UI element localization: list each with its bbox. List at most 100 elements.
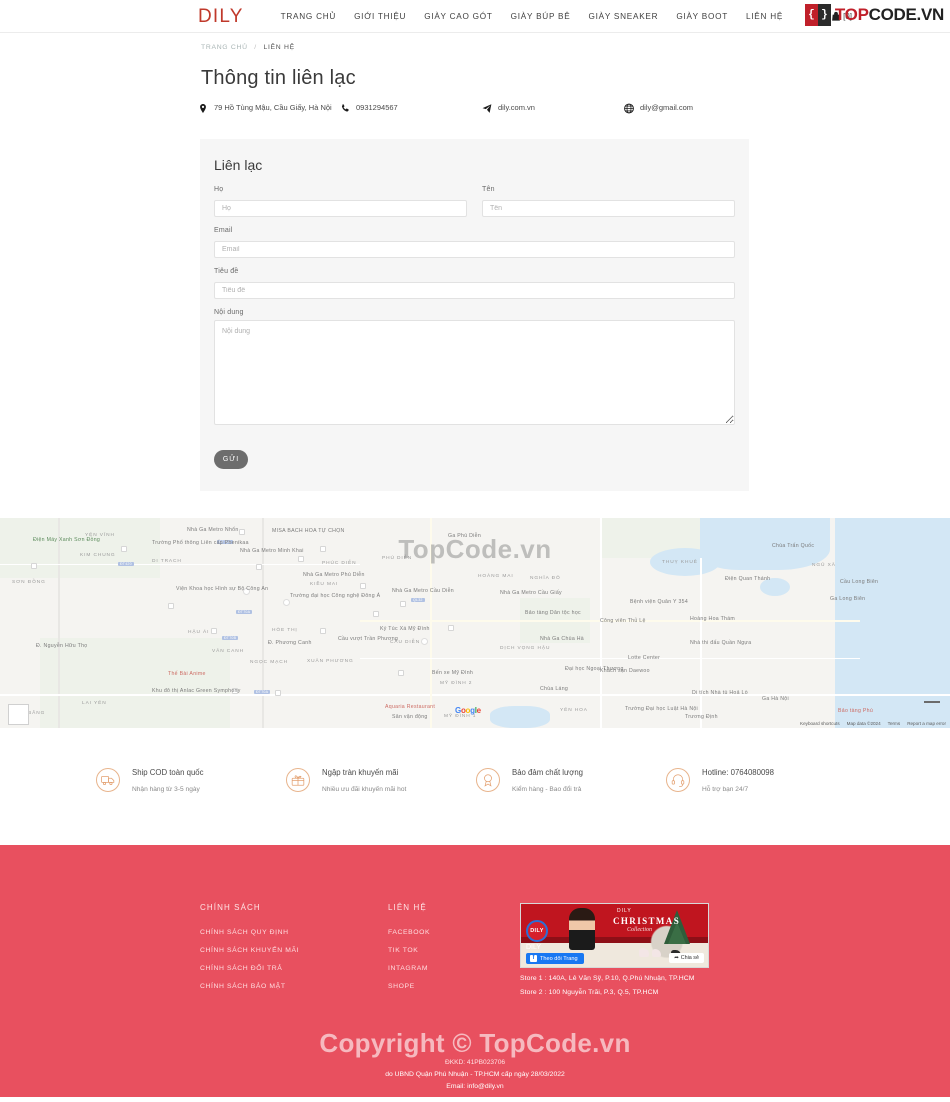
map-label: NGHĨA ĐÔ	[530, 576, 561, 581]
facebook-page-name: DILY	[526, 944, 542, 951]
map-label: Chùa Trấn Quốc	[772, 543, 815, 549]
map-label: Nhà Ga Metro Phú Diễn	[303, 572, 365, 578]
map-road	[0, 564, 360, 566]
facebook-page-card[interactable]: DILY CHRISTMAS Collection DILY DILY 669.…	[520, 903, 709, 968]
map-label: HẬU ÁI	[188, 630, 210, 635]
map-transit-marker	[239, 529, 245, 535]
footer-link-instagram[interactable]: INTAGRAM	[388, 965, 520, 972]
map-label: KIM CHUNG	[80, 553, 116, 558]
map-label: VÂN CANH	[212, 649, 244, 654]
footer-columns: CHÍNH SÁCH CHÍNH SÁCH QUY ĐỊNH CHÍNH SÁC…	[0, 903, 950, 1001]
map-label: NGŨ XÃ	[812, 563, 836, 568]
site-header: DILY TRANG CHỦ GIỚI THIỆU GIÀY CAO GÓT G…	[0, 0, 950, 33]
footer-link-policy-quy-dinh[interactable]: CHÍNH SÁCH QUY ĐỊNH	[200, 929, 388, 936]
nav-item-giay-boot[interactable]: GIÀY BOOT	[667, 12, 737, 21]
headset-support-icon	[666, 768, 690, 792]
footer-link-tiktok[interactable]: TIK TOK	[388, 947, 520, 954]
map-report-error-link[interactable]: Report a map error	[907, 721, 946, 726]
nav-item-lien-he[interactable]: LIÊN HỆ	[737, 12, 792, 21]
footer-link-facebook[interactable]: FACEBOOK	[388, 929, 520, 936]
map-label: Cầu Long Biên	[840, 579, 879, 585]
facebook-follow-label: Theo dõi Trang	[540, 955, 578, 962]
map-keyboard-shortcuts[interactable]: Keyboard shortcuts	[800, 721, 840, 726]
map-transit-marker	[400, 601, 406, 607]
breadcrumb-home[interactable]: TRANG CHỦ	[201, 44, 248, 51]
breadcrumb-separator: /	[254, 44, 257, 51]
nav-item-trang-chu[interactable]: TRANG CHỦ	[272, 12, 345, 21]
map-water-body	[835, 518, 950, 728]
map-label: Lotte Center	[628, 655, 661, 661]
google-logo: Google	[455, 706, 481, 715]
nav-item-giay-cao-got[interactable]: GIÀY CAO GÓT	[415, 12, 501, 21]
business-license-number: ĐKKD: 41PB023706	[444, 1059, 506, 1066]
map-poi-dot	[421, 638, 428, 645]
facebook-page-avatar: DILY	[526, 920, 548, 942]
map-label: LAI YÊN	[82, 701, 107, 706]
message-textarea[interactable]	[214, 320, 735, 425]
map-label: DỊCH VỌNG HẬU	[500, 646, 551, 651]
feature-promotion: Ngập tràn khuyến mãi Nhiều ưu đãi khuyến…	[286, 768, 476, 845]
facebook-share-label: Chia sẻ	[680, 955, 699, 961]
map-transit-marker	[121, 546, 127, 552]
contact-website-text: dily.com.vn	[498, 103, 535, 112]
map-transit-marker	[320, 546, 326, 552]
feature-subtitle: Nhiều ưu đãi khuyến mãi hot	[322, 786, 407, 793]
name-row: Họ Tên	[214, 186, 735, 217]
map-highway-shield: ĐT420	[118, 562, 134, 566]
contact-website: dily.com.vn	[482, 102, 624, 114]
map-zoom-control[interactable]	[8, 704, 29, 725]
map-road	[58, 518, 60, 728]
map-label: Nhà Ga Metro Cầu Giấy	[500, 590, 562, 596]
feature-title: Hotline: 0764080098	[702, 768, 774, 777]
subject-input[interactable]	[214, 282, 735, 299]
footer-link-policy-bao-mat[interactable]: CHÍNH SÁCH BẢO MẬT	[200, 983, 388, 990]
footer-link-policy-doi-tra[interactable]: CHÍNH SÁCH ĐỔI TRẢ	[200, 965, 388, 972]
map-label: Trường Đại học Luật Hà Nội	[625, 706, 699, 712]
store-address-2: Store 2 : 100 Nguyễn Trãi, P.3, Q.5, TP.…	[520, 989, 659, 996]
footer-link-policy-khuyen-mai[interactable]: CHÍNH SÁCH KHUYẾN MÃI	[200, 947, 388, 954]
submit-button[interactable]: GỬI	[214, 450, 248, 469]
map-label: Nhà Ga Metro Cầu Diễn	[392, 588, 454, 594]
map-highway-shield: QL32	[411, 598, 425, 602]
first-name-input[interactable]	[482, 200, 735, 217]
map-road	[0, 694, 950, 696]
map-label: HÒE THỊ	[272, 628, 298, 633]
model-photo	[569, 908, 595, 950]
map-label: SƠN ĐỒNG	[12, 580, 46, 585]
first-name-label: Tên	[482, 186, 495, 193]
feature-subtitle: Kiểm hàng - Bao đổi trả	[512, 786, 582, 793]
topcode-logo-text: TOPCODE.VN	[834, 5, 944, 24]
google-map[interactable]: ĐT420 ĐT70A ĐT70A ĐT70B ĐT70A QL32 Điện …	[0, 518, 950, 728]
nav-item-gioi-thieu[interactable]: GIỚI THIỆU	[345, 12, 415, 21]
facebook-follow-button[interactable]: f Theo dõi Trang	[526, 953, 584, 964]
facebook-share-button[interactable]: ➦ Chia sẻ	[669, 953, 704, 963]
map-green-area	[0, 518, 160, 578]
site-footer: CHÍNH SÁCH CHÍNH SÁCH QUY ĐỊNH CHÍNH SÁC…	[0, 845, 950, 1097]
feature-shipping-text: Ship COD toàn quốc Nhận hàng từ 3-5 ngày	[132, 768, 204, 793]
map-zoom-out-button[interactable]	[924, 701, 940, 703]
delivery-truck-icon	[96, 768, 120, 792]
footer-link-shopee[interactable]: SHOPE	[388, 983, 520, 990]
store-address-1: Store 1 : 140A, Lê Văn Sỹ, P.10, Q.Phú N…	[520, 975, 695, 982]
map-label: BẰNG	[28, 711, 46, 716]
map-transit-marker	[398, 670, 404, 676]
email-label: Email	[214, 227, 233, 234]
brand-logo[interactable]: DILY	[198, 7, 244, 26]
map-highway-shield: ĐT70A	[236, 610, 253, 614]
map-transit-marker	[320, 628, 326, 634]
map-label: Trương Định	[685, 714, 718, 720]
map-label: Trường đại học Công nghệ Đông Á	[290, 593, 381, 599]
feature-promotion-text: Ngập tràn khuyến mãi Nhiều ưu đãi khuyến…	[322, 768, 406, 793]
map-label: MISA BACH HOA TỰ CHỌN	[272, 528, 345, 534]
nav-item-giay-sneaker[interactable]: GIÀY SNEAKER	[579, 12, 667, 21]
map-terms-link[interactable]: Terms	[888, 721, 901, 726]
contact-info-row: 79 Hồ Tùng Mậu, Cầu Giấy, Hà Nội 0931294…	[0, 90, 950, 114]
map-transit-marker	[275, 690, 281, 696]
last-name-input[interactable]	[214, 200, 467, 217]
last-name-label: Họ	[214, 186, 224, 193]
map-transit-marker	[360, 583, 366, 589]
message-label: Nội dung	[214, 309, 244, 316]
map-poi-dot	[283, 599, 290, 606]
email-input[interactable]	[214, 241, 735, 258]
nav-item-giay-bup-be[interactable]: GIÀY BÚP BÊ	[502, 12, 580, 21]
